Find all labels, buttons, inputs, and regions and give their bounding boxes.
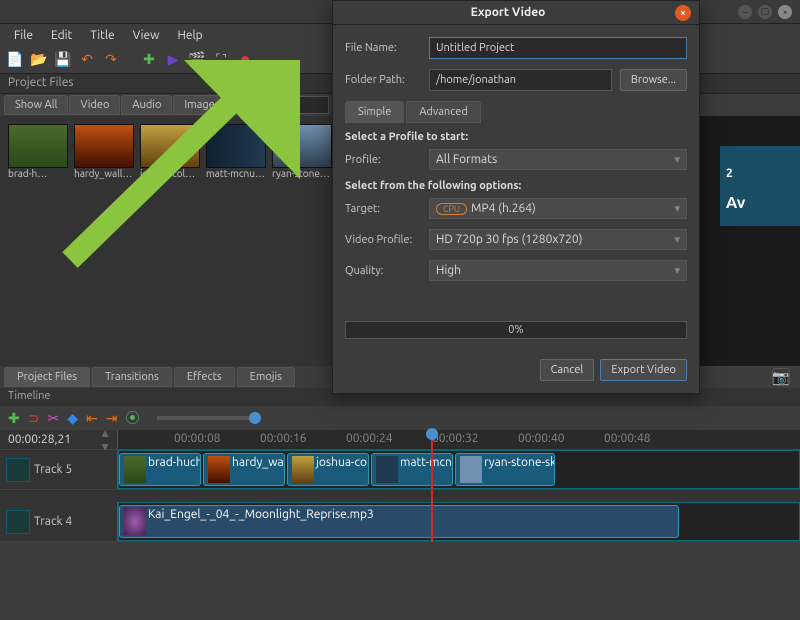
tab-project-files[interactable]: Project Files	[4, 367, 90, 387]
folder-path-label: Folder Path:	[345, 74, 421, 86]
timeline-clip[interactable]: brad-huchteman-s…	[119, 453, 201, 486]
tab-advanced[interactable]: Advanced	[406, 101, 480, 123]
export-video-button[interactable]: Export Video	[600, 359, 687, 381]
menu-view[interactable]: View	[125, 27, 168, 44]
undo-icon[interactable]: ↶	[78, 51, 96, 69]
tab-audio[interactable]: Audio	[121, 95, 172, 115]
next-marker-icon[interactable]: ⇥	[106, 410, 118, 427]
marker-icon[interactable]: ◆	[67, 410, 78, 427]
browse-button[interactable]: Browse...	[620, 69, 687, 91]
razor-icon[interactable]: ✂	[47, 410, 59, 427]
filter-input[interactable]	[229, 96, 329, 114]
thumb-item[interactable]: hardy_wallpa…	[74, 124, 134, 179]
maximize-icon[interactable]: ▢	[758, 5, 772, 19]
menu-file[interactable]: File	[6, 27, 41, 44]
profile-dropdown[interactable]: All Formats	[429, 149, 687, 170]
tab-effects[interactable]: Effects	[174, 367, 235, 387]
timeline-clip[interactable]: Kai_Engel_-_04_-_Moonlight_Reprise.mp3	[119, 505, 679, 538]
video-profile-label: Video Profile:	[345, 234, 421, 246]
profile-label: Profile:	[345, 154, 421, 166]
play-icon[interactable]: ▶	[164, 51, 182, 69]
target-label: Target:	[345, 203, 421, 215]
open-icon[interactable]: 📂	[30, 51, 48, 69]
folder-path-input[interactable]	[429, 69, 612, 91]
minimize-icon[interactable]: –	[738, 5, 752, 19]
tab-simple[interactable]: Simple	[345, 101, 404, 123]
select-options-label: Select from the following options:	[345, 180, 687, 192]
tab-video[interactable]: Video	[69, 95, 120, 115]
select-profile-label: Select a Profile to start:	[345, 131, 687, 143]
progress-bar: 0%	[345, 321, 687, 339]
thumb-item[interactable]: matt-mcnult…	[206, 124, 266, 179]
target-dropdown[interactable]: CPUMP4 (h.264)	[429, 198, 687, 219]
timeline-clip[interactable]: joshua-coleman-s…	[287, 453, 369, 486]
menu-edit[interactable]: Edit	[43, 27, 80, 44]
center-icon[interactable]: ⦿	[125, 408, 139, 428]
profile-icon[interactable]: 🎬	[188, 51, 206, 69]
export-icon[interactable]: ●	[236, 51, 254, 69]
tab-transitions[interactable]: Transitions	[92, 367, 172, 387]
export-dialog: Export Video × File Name: Folder Path: B…	[332, 0, 700, 394]
timecode-display: 00:00:28,21▲▼	[0, 430, 118, 449]
snap-icon[interactable]: ⊃	[28, 410, 40, 427]
file-name-input[interactable]	[429, 37, 687, 59]
file-name-label: File Name:	[345, 42, 421, 54]
menu-title[interactable]: Title	[82, 27, 122, 44]
track-header[interactable]: Track 5	[0, 450, 118, 489]
cancel-button[interactable]: Cancel	[540, 359, 595, 381]
menu-help[interactable]: Help	[169, 27, 210, 44]
quality-dropdown[interactable]: High	[429, 260, 687, 281]
close-icon[interactable]: ×	[778, 5, 792, 19]
track-header[interactable]: Track 4	[0, 502, 118, 541]
tab-emojis[interactable]: Emojis	[237, 367, 295, 387]
timeline-toolbar: ✚ ⊃ ✂ ◆ ⇤ ⇥ ⦿	[0, 406, 800, 430]
save-icon[interactable]: 💾	[54, 51, 72, 69]
timeline-clip[interactable]: hardy_wallpaper_…	[203, 453, 285, 486]
timeline-clip[interactable]: ryan-stone-skykomis…	[455, 453, 555, 486]
import-icon[interactable]: ✚	[140, 51, 158, 69]
tab-show-all[interactable]: Show All	[4, 95, 68, 115]
track-lane[interactable]: brad-huchteman-s… hardy_wallpaper_… josh…	[118, 450, 800, 489]
playhead[interactable]	[431, 430, 433, 542]
video-profile-dropdown[interactable]: HD 720p 30 fps (1280x720)	[429, 229, 687, 250]
quality-label: Quality:	[345, 265, 421, 277]
prev-marker-icon[interactable]: ⇤	[86, 410, 98, 427]
tab-image[interactable]: Image	[173, 95, 225, 115]
thumb-item[interactable]: joshua-colem…	[140, 124, 200, 179]
dialog-close-icon[interactable]: ×	[675, 5, 691, 21]
zoom-slider[interactable]	[157, 416, 257, 420]
dialog-title: Export Video	[341, 6, 675, 19]
thumb-item[interactable]: brad-h…	[8, 124, 68, 179]
fullscreen-icon[interactable]: ⛶	[212, 51, 230, 69]
timeline-ruler[interactable]: 00:00:08 00:00:16 00:00:24 00:00:32 00:0…	[118, 430, 800, 449]
thumb-item[interactable]: ryan-stone-s…	[272, 124, 332, 179]
timeline-clip[interactable]: matt-mcnulty-nyc…	[371, 453, 453, 486]
camera-icon[interactable]: 📷	[772, 368, 790, 386]
redo-icon[interactable]: ↷	[102, 51, 120, 69]
add-track-icon[interactable]: ✚	[8, 410, 20, 427]
new-icon[interactable]: 📄	[6, 51, 24, 69]
track-lane[interactable]: Kai_Engel_-_04_-_Moonlight_Reprise.mp3	[118, 502, 800, 541]
